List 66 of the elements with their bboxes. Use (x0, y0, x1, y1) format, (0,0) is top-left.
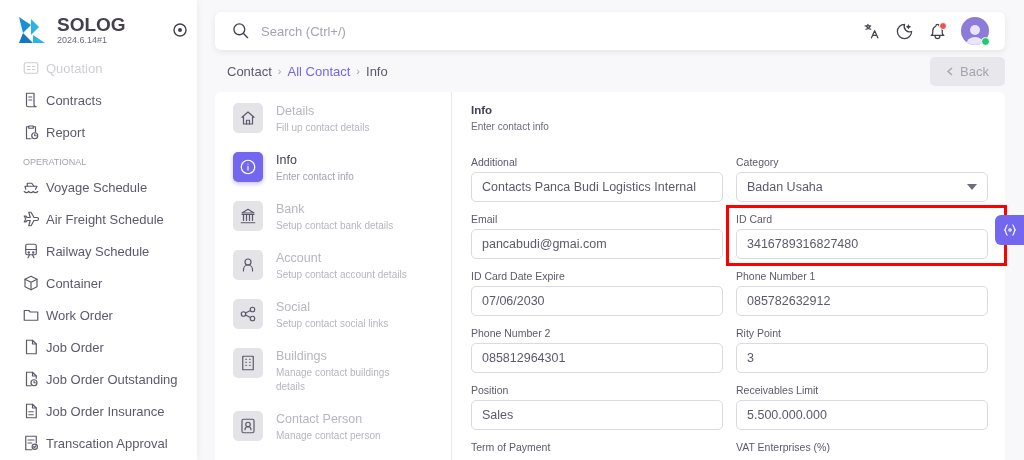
form-title: Info (471, 104, 494, 116)
code-braces-icon (1002, 223, 1017, 237)
field-label: Position (471, 384, 510, 396)
file-check-icon (22, 434, 40, 452)
field-label: Category (736, 156, 780, 168)
breadcrumb-item: Contact (227, 63, 272, 79)
input-field[interactable]: 5.500.000.000 (736, 400, 988, 430)
step-tab[interactable]: Info Enter contact info (233, 152, 451, 184)
form-subtitle: Enter contact info (471, 121, 550, 132)
input-field[interactable]: 3 (736, 343, 988, 373)
sidebar-item[interactable]: Railway Schedule (0, 235, 197, 267)
avatar[interactable] (961, 17, 989, 46)
field-label: Phone Number 1 (736, 270, 817, 282)
input-field[interactable]: 07/06/2030 (471, 286, 723, 316)
sidebar-item[interactable]: Voyage Schedule (0, 171, 197, 203)
field-label: Receivables Limit (736, 384, 820, 396)
sidebar-item[interactable]: Air Freight Schedule (0, 203, 197, 235)
search-field[interactable]: Search (Ctrl+/) (259, 22, 563, 40)
sidebar-item[interactable]: Container (0, 267, 197, 299)
field-label: Email (471, 213, 499, 225)
translate-icon (862, 21, 881, 41)
contact-card-icon (239, 417, 257, 435)
field-label: Term of Payment (471, 441, 552, 453)
bell-icon (928, 21, 947, 41)
breadcrumb-separator: › (356, 65, 361, 78)
sidebar-item[interactable]: Work Order (0, 299, 197, 331)
bank-icon (239, 207, 257, 225)
sidebar-item[interactable]: Job Order Outstanding (0, 363, 197, 395)
info-icon (239, 158, 257, 176)
caret-icon (967, 184, 977, 190)
sidebar-item[interactable]: Contracts (0, 84, 197, 116)
breadcrumb-link[interactable]: All Contact (287, 63, 351, 79)
field-label: VAT Enterprises (%) (736, 441, 831, 453)
app-name: SOLOG (57, 15, 126, 35)
share-icon (239, 305, 257, 323)
input-field[interactable]: Contacts Panca Budi Logistics Internal (471, 172, 723, 202)
input-field[interactable]: 3416789316827480 (736, 229, 988, 259)
caret-left-icon (946, 66, 955, 76)
building-icon (239, 354, 257, 372)
field-label: Phone Number 2 (471, 327, 552, 339)
online-status-dot (981, 37, 990, 47)
field-label: Additional (471, 156, 519, 168)
input-field[interactable]: 085812964301 (471, 343, 723, 373)
settings-button[interactable] (995, 215, 1024, 245)
plane-icon (22, 210, 40, 228)
input-field[interactable]: pancabudi@gmai.com (471, 229, 723, 259)
breadcrumb-separator: › (277, 65, 282, 78)
input-field[interactable]: 085782632912 (736, 286, 988, 316)
select-field[interactable]: Badan Usaha (736, 172, 988, 202)
app-version: 2024.6.14#1 (57, 35, 109, 45)
sidebar-section-header: OPERATIONAL (22, 156, 88, 169)
field-label: ID Card Date Expire (471, 270, 566, 282)
sidebar-item[interactable]: Report (0, 116, 197, 148)
field-label: ID Card (736, 213, 774, 225)
train-icon (22, 242, 40, 260)
input-field[interactable]: Sales (471, 400, 723, 430)
home-icon (239, 109, 257, 127)
box-icon (22, 274, 40, 292)
sidebar-item[interactable]: Job Order Insurance (0, 395, 197, 427)
sidebar-item[interactable]: Transcation Approval (0, 427, 197, 459)
breadcrumb-item: Info (366, 63, 388, 79)
id-card-icon (22, 59, 40, 77)
sidebar-item[interactable]: Job Order (0, 331, 197, 363)
moon-icon (895, 21, 914, 41)
field-label: Rity Point (736, 327, 782, 339)
radio-circle-icon[interactable] (173, 23, 187, 37)
